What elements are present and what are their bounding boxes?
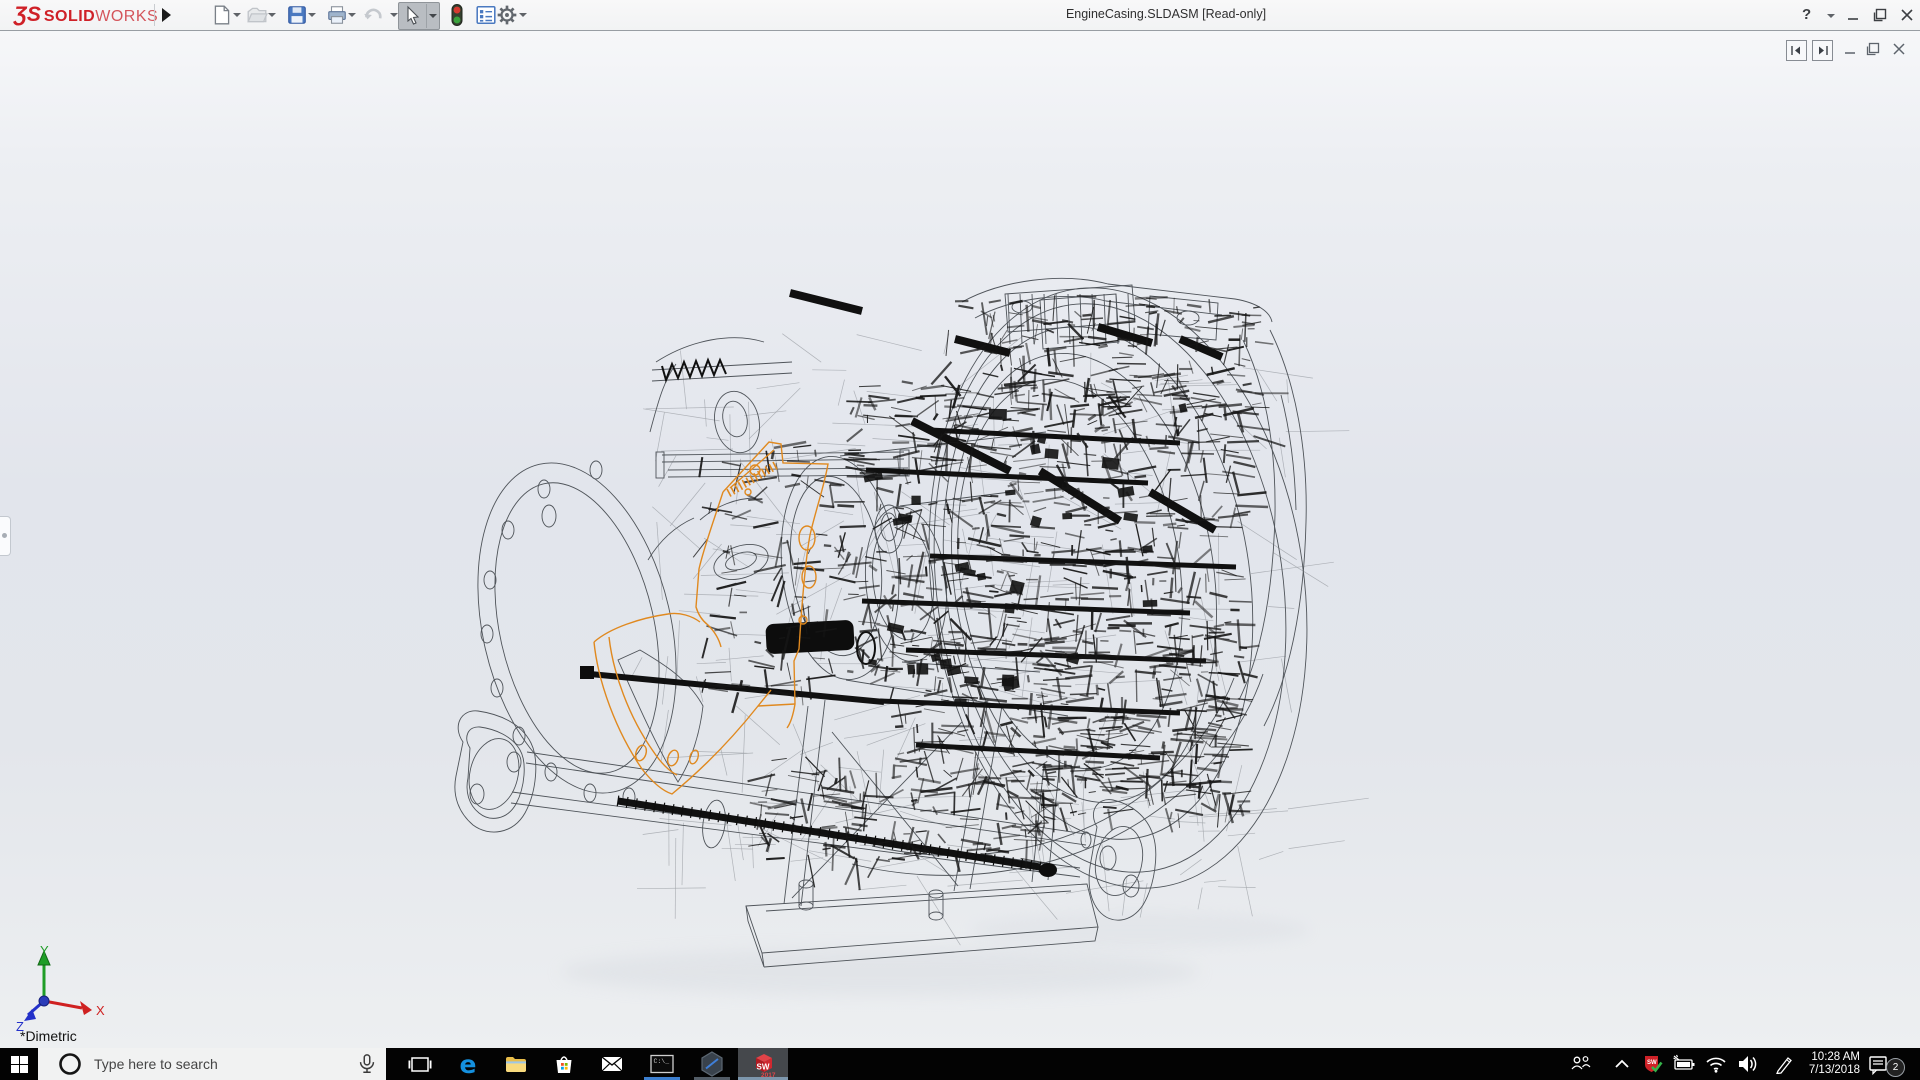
- solidworks-tray-icon[interactable]: SW: [1642, 1054, 1664, 1076]
- store-icon: [552, 1052, 576, 1076]
- tray-chevron-up-icon[interactable]: [1612, 1054, 1632, 1074]
- doc-minimize-button[interactable]: [1842, 42, 1858, 58]
- graphics-viewport[interactable]: Y X Z *Dimetric: [0, 31, 1920, 1048]
- svg-text:C:\_: C:\_: [654, 1058, 670, 1065]
- volume-icon[interactable]: [1736, 1054, 1760, 1074]
- battery-icon[interactable]: [1672, 1054, 1696, 1074]
- doc-restore-button[interactable]: [1864, 40, 1882, 58]
- tray-time: 10:28 AM: [1809, 1051, 1860, 1064]
- people-icon[interactable]: [1570, 1054, 1592, 1074]
- file-explorer-button[interactable]: [492, 1048, 540, 1080]
- doc-close-button[interactable]: [1890, 40, 1908, 58]
- notification-count-badge: 2: [1886, 1058, 1905, 1077]
- task-view-button[interactable]: [396, 1048, 444, 1080]
- wireframe-model[interactable]: [0, 0, 1920, 1080]
- search-placeholder-text: Type here to search: [94, 1056, 218, 1072]
- triad-x-label: X: [96, 1003, 105, 1018]
- pen-icon[interactable]: [1774, 1054, 1796, 1074]
- command-prompt-button[interactable]: C:\_: [638, 1048, 686, 1080]
- tray-date: 7/13/2018: [1809, 1064, 1860, 1077]
- cortana-icon: [58, 1052, 82, 1076]
- feature-pane-collapsed-tab[interactable]: [0, 516, 11, 556]
- start-button[interactable]: [0, 1048, 38, 1080]
- hexagon-app-icon: [700, 1051, 724, 1077]
- pane-left-icon: [1790, 44, 1803, 57]
- microphone-icon[interactable]: [356, 1052, 378, 1076]
- pane-right-button[interactable]: [1812, 40, 1833, 61]
- edge-icon: e: [460, 1050, 477, 1079]
- pane-right-icon: [1816, 44, 1829, 57]
- file-explorer-icon: [504, 1052, 528, 1076]
- edge-button[interactable]: e: [444, 1048, 492, 1080]
- windows-logo-icon: [10, 1055, 29, 1074]
- solidworks-taskbar-button[interactable]: SW 2017: [738, 1048, 788, 1080]
- wifi-icon[interactable]: [1704, 1054, 1728, 1074]
- solidworks-app-icon: SW 2017: [750, 1051, 777, 1078]
- view-orientation-label: *Dimetric: [20, 1028, 77, 1044]
- selected-component-highlight[interactable]: [594, 442, 828, 794]
- svg-text:SW: SW: [756, 1062, 769, 1071]
- svg-text:SW: SW: [1647, 1060, 1657, 1066]
- tray-clock[interactable]: 10:28 AM 7/13/2018: [1809, 1051, 1860, 1077]
- triad-y-label: Y: [40, 943, 49, 958]
- mail-icon: [600, 1052, 624, 1076]
- store-button[interactable]: [540, 1048, 588, 1080]
- taskbar-search-box[interactable]: Type here to search: [38, 1048, 386, 1080]
- task-view-icon: [408, 1052, 432, 1076]
- mail-button[interactable]: [588, 1048, 636, 1080]
- pane-left-button[interactable]: [1786, 40, 1807, 61]
- windows-taskbar: Type here to search e: [0, 1048, 1920, 1080]
- command-prompt-icon: C:\_: [649, 1052, 675, 1076]
- hexagon-app-button[interactable]: [688, 1048, 736, 1080]
